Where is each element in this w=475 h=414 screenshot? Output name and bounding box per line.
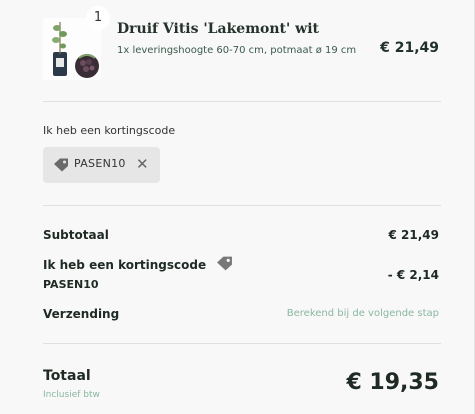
- shipping-label: Verzending: [43, 307, 120, 321]
- order-summary-panel: 1 Druif Vitis 'Lakemont' wit 1x levering…: [0, 0, 475, 414]
- divider: [43, 343, 441, 344]
- shipping-value: Berekend bij de volgende stap: [286, 308, 439, 319]
- discount-code-text: PASEN10: [74, 157, 126, 170]
- discount-code-label: Ik heb een kortingscode: [43, 124, 176, 137]
- summary-discount-code: PASEN10: [43, 278, 99, 291]
- product-description: 1x leveringshoogte 60-70 cm, potmaat ø 1…: [117, 45, 357, 56]
- product-name: Druif Vitis 'Lakemont' wit: [117, 21, 319, 37]
- tag-icon: [216, 256, 233, 275]
- divider: [43, 205, 441, 206]
- summary-discount-label: Ik heb een kortingscode: [43, 258, 207, 272]
- total-value: € 19,35: [346, 370, 439, 395]
- total-vat-note: Inclusief btw: [43, 390, 100, 400]
- tag-icon: [53, 157, 69, 176]
- subtotal-value: € 21,49: [388, 228, 439, 242]
- product-price: € 21,49: [380, 40, 439, 56]
- subtotal-label: Subtotaal: [43, 228, 109, 242]
- quantity-badge: 1: [86, 6, 110, 30]
- close-icon[interactable]: ✕: [136, 155, 149, 173]
- applied-discount-chip: PASEN10 ✕: [43, 147, 160, 183]
- divider: [43, 101, 441, 102]
- discount-amount: - € 2,14: [387, 268, 439, 282]
- total-label: Totaal: [43, 368, 91, 384]
